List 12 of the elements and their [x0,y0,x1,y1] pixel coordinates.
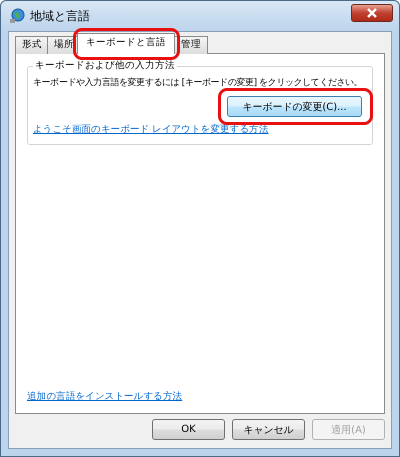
help-link[interactable]: 追加の言語をインストールする方法 [27,390,373,403]
description-text: キーボードや入力言語を変更するには [キーボードの変更] をクリックしてください。 [33,77,362,90]
tab[interactable]: 形式 [15,36,49,54]
dialog-button[interactable]: キャンセル [232,419,305,440]
globe-icon [9,8,25,24]
close-icon [366,8,378,18]
tab[interactable]: キーボードと言語 [77,33,175,54]
change-keyboard-button[interactable]: キーボードの変更(C)... [227,96,362,117]
dialog-button[interactable]: OK [152,419,225,440]
window-title: 地域と言語 [30,8,91,24]
group-title: キーボードおよび他の入力方法 [33,59,177,72]
close-button[interactable] [351,4,393,22]
